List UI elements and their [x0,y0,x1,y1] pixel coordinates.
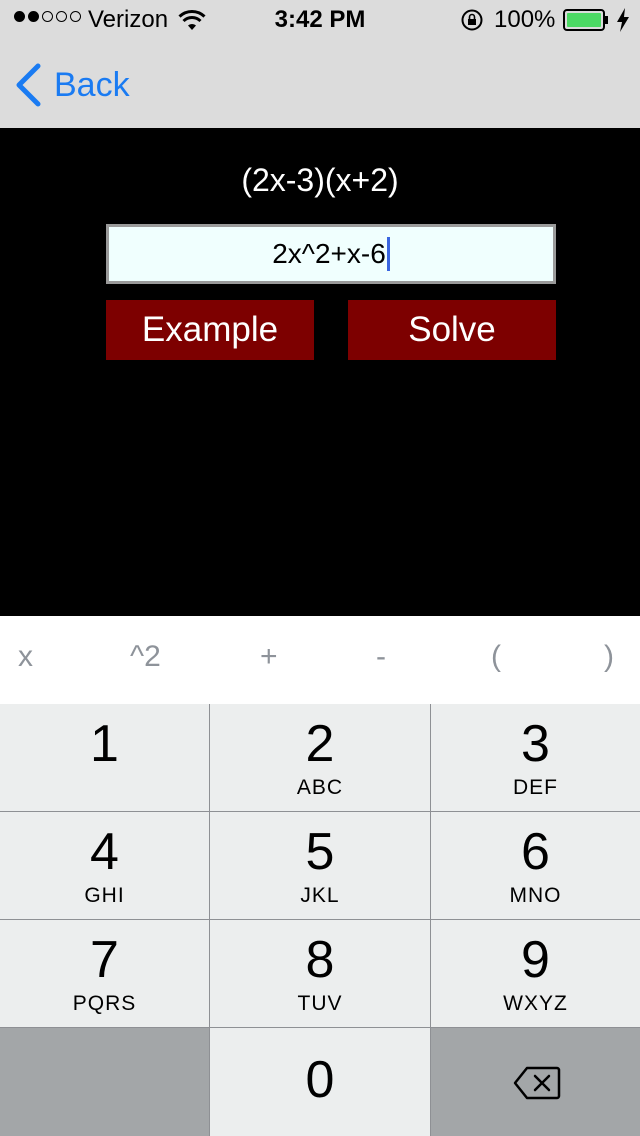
battery-icon [563,9,608,31]
battery-percentage: 100% [494,6,556,33]
key-digit: 9 [521,931,550,989]
key-letters: ABC [296,776,344,799]
rotation-lock-icon [461,9,483,31]
key-8[interactable]: 8 TUV [210,920,430,1027]
key-digit: 6 [521,823,550,881]
insert-plus-key[interactable]: + [260,640,278,674]
number-keypad: 1 2 ABC 3 DEF 4 GHI 5 JKL 6 MNO 7 PQRS 8… [0,704,640,1136]
key-4[interactable]: 4 GHI [0,812,209,919]
key-letters: JKL [300,884,340,907]
key-7[interactable]: 7 PQRS [0,920,209,1027]
key-5[interactable]: 5 JKL [210,812,430,919]
insert-minus-key[interactable]: - [376,640,386,674]
insert-x-key[interactable]: x [18,640,33,674]
key-letters: TUV [297,992,343,1015]
key-digit: 8 [305,931,335,989]
insert-square-key[interactable]: ^2 [130,640,161,674]
key-digit: 7 [90,931,119,989]
factored-result: (2x-3)(x+2) [241,162,399,198]
insert-close-paren-key[interactable]: ) [604,640,614,674]
key-letters: DEF [513,776,558,799]
math-symbol-bar: x ^2 + - ( ) [0,616,640,704]
insert-open-paren-key[interactable]: ( [491,640,501,674]
status-bar: Verizon 3:42 PM 100% [0,0,640,40]
delete-key[interactable] [431,1028,640,1136]
charging-bolt-icon [617,8,629,32]
key-digit: 3 [521,715,550,773]
key-9[interactable]: 9 WXYZ [431,920,640,1027]
polynomial-input[interactable]: 2x^2+x-6 [106,224,556,284]
example-button[interactable]: Example [106,300,314,360]
key-3[interactable]: 3 DEF [431,704,640,811]
key-digit: 4 [90,823,119,881]
back-label: Back [54,65,130,104]
key-digit: 0 [305,1051,335,1109]
key-2[interactable]: 2 ABC [210,704,430,811]
key-digit: 1 [90,715,119,773]
key-0[interactable]: 0 [210,1028,430,1136]
key-letters: WXYZ [503,992,568,1015]
key-letters: MNO [509,884,562,907]
chevron-left-icon [16,63,41,107]
key-blank [0,1028,209,1136]
text-cursor [386,237,390,271]
back-button[interactable]: Back [14,60,130,110]
key-digit: 5 [305,823,335,881]
navigation-bar: Verizon 3:42 PM 100% Back [0,0,640,128]
key-letters: GHI [84,884,125,907]
key-1[interactable]: 1 [0,704,209,811]
key-letters: PQRS [72,992,137,1015]
backspace-icon [513,1066,561,1100]
key-digit: 2 [305,715,335,773]
key-6[interactable]: 6 MNO [431,812,640,919]
polynomial-input-value: 2x^2+x-6 [272,238,386,269]
solve-button[interactable]: Solve [348,300,556,360]
